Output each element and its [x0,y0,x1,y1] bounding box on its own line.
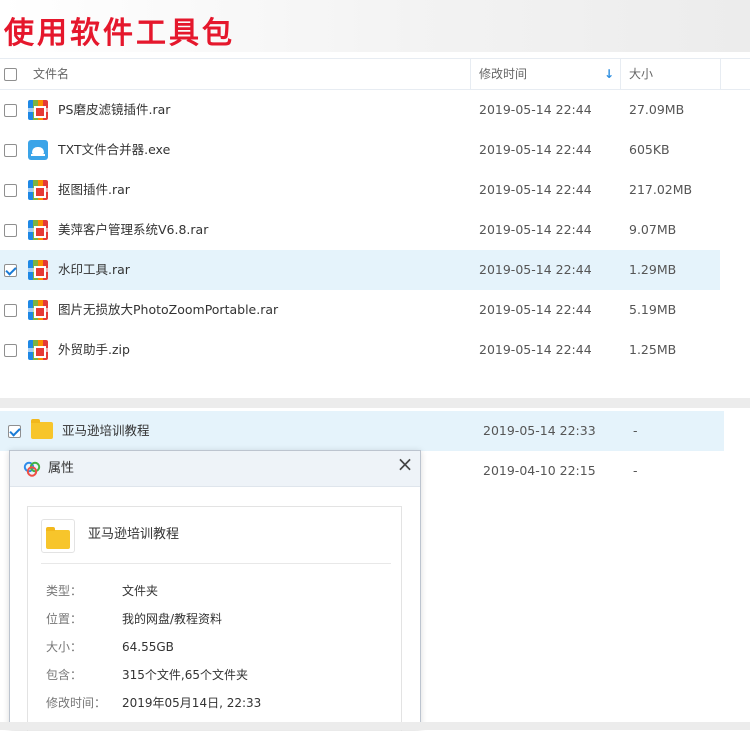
row-checkbox[interactable] [4,224,17,237]
rar-archive-icon [28,260,48,280]
folder-name[interactable]: 亚马逊培训教程 [62,411,150,451]
file-size: 1.29MB [629,262,677,277]
table-row[interactable]: 抠图插件.rar 2019-05-14 22:44 217.02MB [0,170,720,210]
prop-label-location: 位置： [46,612,83,626]
dialog-title: 属性 [48,461,75,476]
row-checkbox[interactable] [4,344,17,357]
prop-value-contains: 315个文件,65个文件夹 [122,668,248,682]
row-checkbox[interactable] [4,104,17,117]
page-title: 使用软件工具包 [4,16,235,51]
row-checkbox[interactable] [4,184,17,197]
table-row-selected[interactable]: 亚马逊培训教程 2019-05-14 22:33 - [0,411,724,451]
table-row[interactable]: TXT文件合并器.exe 2019-05-14 22:44 605KB [0,130,720,170]
file-name[interactable]: 美萍客户管理系统V6.8.rar [58,210,208,250]
table-header: 文件名 修改时间 ↓ 大小 [0,58,750,90]
prop-label-modified: 修改时间： [46,696,107,710]
close-icon[interactable]: × [394,453,416,475]
table-row[interactable]: 图片无损放大PhotoZoomPortable.rar 2019-05-14 2… [0,290,720,330]
table-row[interactable]: PS磨皮滤镜插件.rar 2019-05-14 22:44 27.09MB [0,90,720,130]
file-size: 1.25MB [629,342,677,357]
dialog-header: 属性 × [10,451,420,487]
file-name[interactable]: 图片无损放大PhotoZoomPortable.rar [58,290,278,330]
rar-archive-icon [28,300,48,320]
section-divider [0,398,750,408]
table-row-selected[interactable]: 水印工具.rar 2019-05-14 22:44 1.29MB [0,250,720,290]
table-row[interactable]: 美萍客户管理系统V6.8.rar 2019-05-14 22:44 9.07MB [0,210,720,250]
file-name[interactable]: 水印工具.rar [58,250,130,290]
column-header-modified[interactable]: 修改时间 [479,59,527,90]
file-modified-date: 2019-05-14 22:44 [479,222,592,237]
folder-modified-date: 2019-05-14 22:33 [483,423,596,438]
dialog-body: 亚马逊培训教程 类型： 文件夹 位置： 我的网盘/教程资料 大小： 64.55G… [27,506,402,731]
row-checkbox-checked[interactable] [8,425,21,438]
row-checkbox[interactable] [4,144,17,157]
file-name[interactable]: TXT文件合并器.exe [58,130,170,170]
rar-archive-icon [28,220,48,240]
table-row[interactable]: 外贸助手.zip 2019-05-14 22:44 1.25MB [0,330,720,370]
file-size: 27.09MB [629,102,685,117]
baidu-cloud-logo-icon [23,461,41,477]
file-modified-date: 2019-05-14 22:44 [479,262,592,277]
dialog-folder-name: 亚马逊培训教程 [88,527,180,542]
rar-archive-icon [28,100,48,120]
sort-down-icon[interactable]: ↓ [604,59,614,90]
file-name[interactable]: 抠图插件.rar [58,170,130,210]
row-checkbox-checked[interactable] [4,264,17,277]
prop-value-type: 文件夹 [122,584,159,598]
file-size: 9.07MB [629,222,677,237]
folder-size: - [633,463,638,478]
folder-thumbnail [41,519,75,553]
select-all-checkbox[interactable] [4,68,17,81]
file-modified-date: 2019-05-14 22:44 [479,102,592,117]
properties-dialog: 属性 × 亚马逊培训教程 类型： 文件夹 位置： 我的网盘/教程资料 大小： 6… [9,450,421,731]
banner: 使用软件工具包 [0,0,750,52]
file-modified-date: 2019-05-14 22:44 [479,302,592,317]
divider [41,563,391,564]
file-list-panel: 文件名 修改时间 ↓ 大小 PS磨皮滤镜插件.rar 2019-05-14 22… [0,58,750,398]
folder-size: - [633,423,638,438]
column-header-name[interactable]: 文件名 [33,59,69,90]
file-size: 5.19MB [629,302,677,317]
column-header-size[interactable]: 大小 [629,59,653,90]
zip-archive-icon [28,340,48,360]
file-modified-date: 2019-05-14 22:44 [479,342,592,357]
file-size: 605KB [629,142,670,157]
folder-modified-date: 2019-04-10 22:15 [483,463,596,478]
file-modified-date: 2019-05-14 22:44 [479,142,592,157]
file-name[interactable]: PS磨皮滤镜插件.rar [58,90,170,130]
prop-value-location: 我的网盘/教程资料 [122,612,223,626]
prop-label-type: 类型： [46,584,83,598]
column-divider [720,59,721,90]
file-size: 217.02MB [629,182,693,197]
file-name[interactable]: 外贸助手.zip [58,330,130,370]
file-modified-date: 2019-05-14 22:44 [479,182,592,197]
prop-label-contains: 包含： [46,668,83,682]
prop-value-modified: 2019年05月14日, 22:33 [122,696,262,710]
folder-icon [31,419,53,439]
rar-archive-icon [28,180,48,200]
row-checkbox[interactable] [4,304,17,317]
prop-value-size: 64.55GB [122,640,174,654]
column-divider [620,59,621,90]
exe-file-icon [28,140,48,160]
prop-label-size: 大小： [46,640,83,654]
column-divider [470,59,471,90]
bottom-divider [0,722,750,730]
folder-icon [46,527,70,549]
